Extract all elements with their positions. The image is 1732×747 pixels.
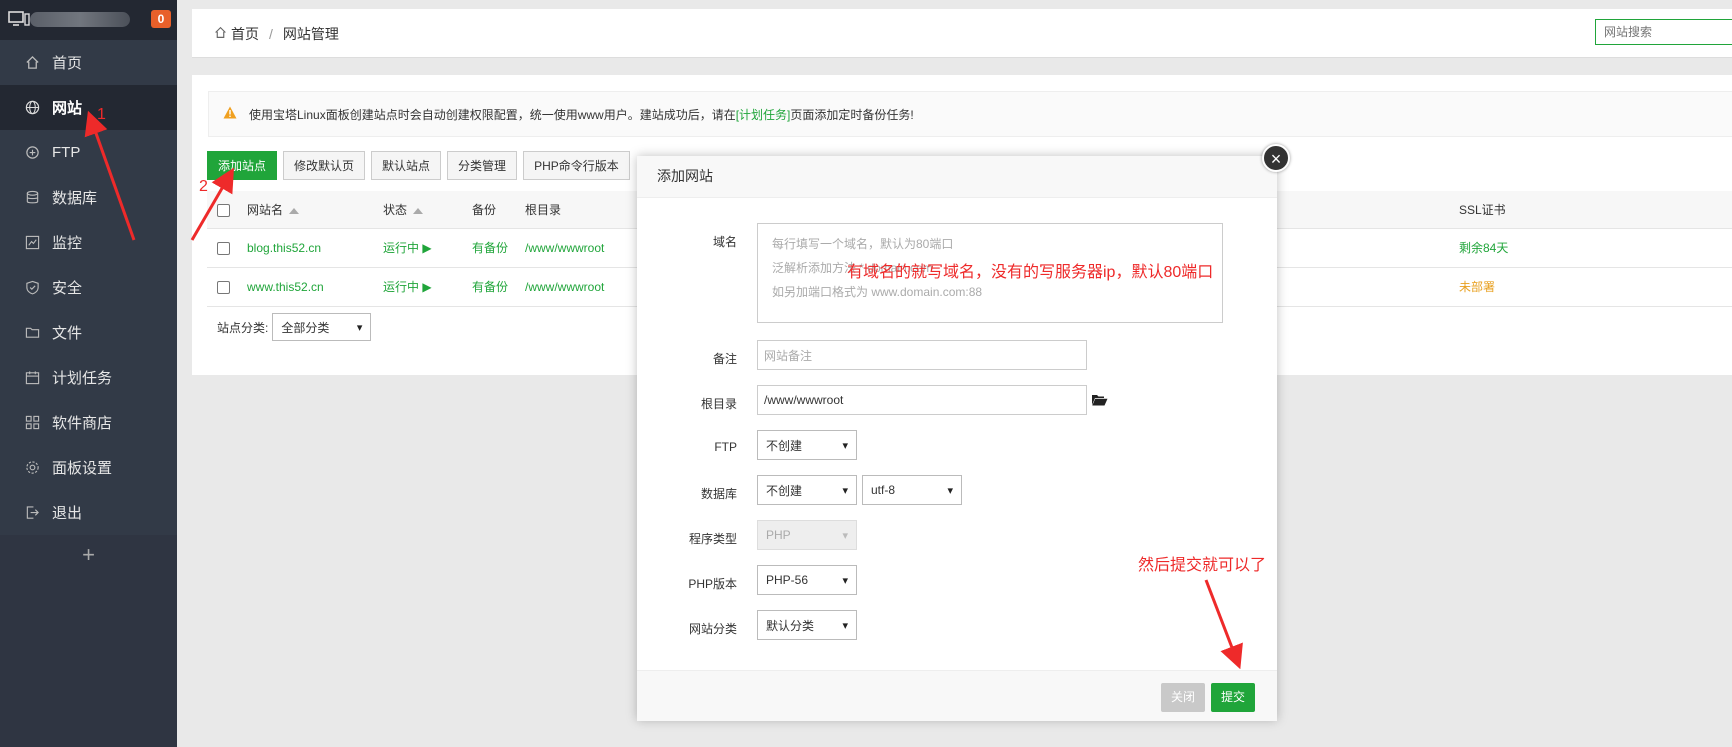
- arrow-to-website-nav: [84, 110, 136, 241]
- annotation-submit-note: 然后提交就可以了: [1138, 557, 1267, 574]
- annotation-domain-note: 有域名的就写域名，没有的写服务器ip，默认80端口: [847, 264, 1214, 281]
- arrow-to-submit: [1204, 579, 1243, 670]
- annotation-arrows: [84, 110, 1243, 670]
- annotation-step-2: 2: [199, 178, 208, 195]
- arrow-to-add-site: [190, 167, 235, 241]
- annotation-step-1: 1: [97, 106, 106, 123]
